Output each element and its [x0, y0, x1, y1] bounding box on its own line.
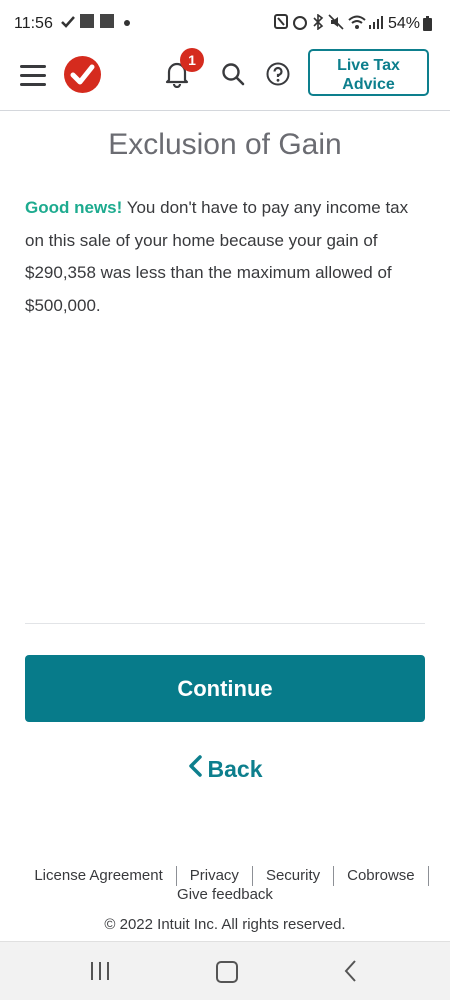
signal-icon	[369, 16, 383, 29]
bluetooth-icon	[313, 14, 324, 30]
footer-link-security[interactable]: Security	[253, 866, 335, 886]
home-icon[interactable]	[216, 961, 238, 983]
back-label: Back	[207, 756, 263, 782]
gain-exclusion-message: Good news! You don't have to pay any inc…	[25, 192, 430, 322]
footer-link-cobrowse[interactable]: Cobrowse	[334, 866, 429, 886]
mute-icon	[328, 14, 344, 30]
footer-link-privacy[interactable]: Privacy	[177, 866, 253, 886]
app-notification-icon	[80, 14, 94, 28]
app-header: 1 Live Tax Advice	[0, 48, 450, 111]
recent-apps-icon[interactable]	[89, 962, 111, 980]
checkmark-icon	[61, 16, 75, 28]
page-title: Exclusion of Gain	[108, 128, 342, 161]
wifi-icon	[348, 15, 366, 29]
status-bar: 11:56 54%	[0, 0, 450, 48]
chevron-left-icon	[188, 755, 202, 777]
menu-icon[interactable]	[20, 65, 46, 87]
turbotax-logo-icon[interactable]	[64, 56, 101, 93]
app-notification-icon	[100, 14, 114, 28]
notification-count-badge: 1	[180, 48, 204, 72]
live-tax-label-line1: Live Tax	[337, 57, 400, 74]
battery-percent: 54%	[388, 15, 421, 32]
help-icon[interactable]	[266, 62, 290, 86]
good-news-label: Good news!	[25, 198, 123, 217]
divider	[25, 623, 425, 624]
system-back-icon[interactable]	[343, 959, 357, 983]
status-time: 11:56	[14, 15, 53, 32]
footer-link-feedback[interactable]: Give feedback	[0, 886, 450, 903]
live-tax-advice-button[interactable]: Live Tax Advice	[308, 49, 429, 96]
continue-button[interactable]: Continue	[25, 655, 425, 722]
live-tax-label-line2: Advice	[342, 76, 395, 93]
footer-links: License Agreement Privacy Security Cobrowse	[0, 866, 450, 886]
dot-icon	[124, 20, 130, 26]
nfc-icon	[274, 14, 288, 29]
back-button[interactable]: Back	[0, 755, 450, 783]
copyright: © 2022 Intuit Inc. All rights reserved.	[104, 916, 346, 933]
alarm-icon	[293, 16, 307, 30]
footer-link-license[interactable]: License Agreement	[21, 866, 177, 886]
battery-icon	[423, 16, 432, 31]
system-nav-bar	[0, 941, 450, 1000]
search-icon[interactable]	[221, 62, 245, 86]
